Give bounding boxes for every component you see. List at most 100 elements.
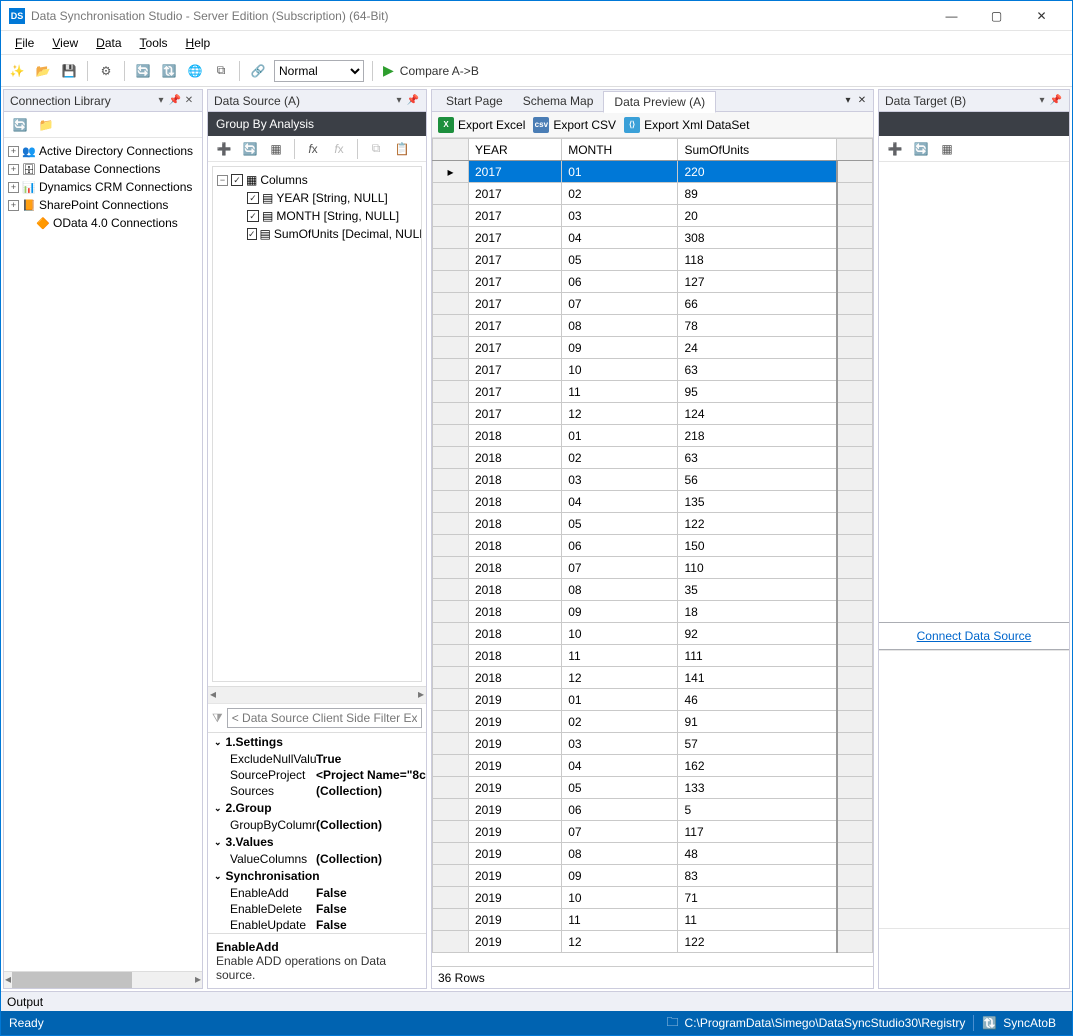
cell[interactable]: 2018 <box>469 557 562 579</box>
cell[interactable]: 2019 <box>469 733 562 755</box>
cell[interactable]: 12 <box>562 403 678 425</box>
table-row[interactable]: 20190146 <box>433 689 873 711</box>
cell[interactable]: 2019 <box>469 865 562 887</box>
cell[interactable]: 133 <box>678 777 837 799</box>
table-row[interactable]: 20170924 <box>433 337 873 359</box>
link-icon[interactable]: 🔗 <box>248 61 268 81</box>
cell[interactable]: 04 <box>562 491 678 513</box>
gear-icon[interactable]: ⚙ <box>96 61 116 81</box>
table-row[interactable]: 201907117 <box>433 821 873 843</box>
cell[interactable]: 2017 <box>469 205 562 227</box>
column-item[interactable]: ✓▤YEAR [String, NULL] <box>217 189 417 207</box>
cell[interactable]: 05 <box>562 513 678 535</box>
cell[interactable]: 48 <box>678 843 837 865</box>
horizontal-scrollbar[interactable]: ◂▸ <box>208 686 426 703</box>
table-row[interactable]: 2019065 <box>433 799 873 821</box>
table-row[interactable]: 20190291 <box>433 711 873 733</box>
tab-close-icon[interactable]: ✕ <box>855 95 869 106</box>
cell[interactable]: 07 <box>562 557 678 579</box>
cell[interactable]: 01 <box>562 161 678 183</box>
pin-icon[interactable]: 📌 <box>168 95 182 106</box>
cell[interactable]: 117 <box>678 821 837 843</box>
sync-icon[interactable]: 🌐 <box>185 61 205 81</box>
cell[interactable]: 08 <box>562 843 678 865</box>
cell[interactable]: 135 <box>678 491 837 513</box>
new-icon[interactable]: ✨ <box>7 61 27 81</box>
table-row[interactable]: 20180356 <box>433 469 873 491</box>
compare-button[interactable]: Compare A->B <box>400 64 479 78</box>
prop-enabledelete[interactable]: EnableDeleteFalse <box>208 901 426 917</box>
filter-icon[interactable]: ⧩ <box>212 711 223 726</box>
cell[interactable]: 20 <box>678 205 837 227</box>
cell[interactable]: 162 <box>678 755 837 777</box>
chevron-down-icon[interactable]: ⌄ <box>214 871 222 882</box>
connection-tree[interactable]: +👥Active Directory Connections+🗄Database… <box>4 138 202 971</box>
cell[interactable]: 2019 <box>469 755 562 777</box>
panel-menu-icon[interactable]: ▾ <box>392 95 406 106</box>
tree-item[interactable]: 🔶OData 4.0 Connections <box>6 214 200 232</box>
table-row[interactable]: 20180263 <box>433 447 873 469</box>
export-xml-button[interactable]: ⟨⟩Export Xml DataSet <box>624 117 749 133</box>
table-row[interactable]: 201905133 <box>433 777 873 799</box>
cell[interactable]: 10 <box>562 359 678 381</box>
cell[interactable]: 01 <box>562 425 678 447</box>
checkbox-icon[interactable]: ✓ <box>247 210 259 222</box>
menu-view[interactable]: View <box>44 33 86 53</box>
tree-item[interactable]: +📊Dynamics CRM Connections <box>6 178 200 196</box>
cell[interactable]: 2019 <box>469 821 562 843</box>
prop-enableadd[interactable]: EnableAddFalse <box>208 885 426 901</box>
cell[interactable]: 71 <box>678 887 837 909</box>
expand-icon[interactable]: + <box>8 182 19 193</box>
cell[interactable]: 5 <box>678 799 837 821</box>
cell[interactable]: 127 <box>678 271 837 293</box>
filter-input[interactable] <box>227 708 422 728</box>
cell[interactable]: 01 <box>562 689 678 711</box>
cell[interactable]: 110 <box>678 557 837 579</box>
table-row[interactable]: ▸201701220 <box>433 161 873 183</box>
table-row[interactable]: 201704308 <box>433 227 873 249</box>
tree-item[interactable]: +🗄Database Connections <box>6 160 200 178</box>
cell[interactable]: 05 <box>562 777 678 799</box>
menu-help[interactable]: Help <box>178 33 219 53</box>
refresh-icon[interactable]: 🔄 <box>911 139 931 159</box>
minimize-button[interactable]: — <box>929 2 974 30</box>
cell[interactable]: 2017 <box>469 403 562 425</box>
table-row[interactable]: 20190357 <box>433 733 873 755</box>
cell[interactable]: 2017 <box>469 227 562 249</box>
cell[interactable]: 08 <box>562 315 678 337</box>
table-row[interactable]: 201805122 <box>433 513 873 535</box>
grid-icon[interactable]: ▦ <box>937 139 957 159</box>
cell[interactable]: 03 <box>562 733 678 755</box>
cell[interactable]: 2018 <box>469 425 562 447</box>
prop-sources[interactable]: Sources(Collection) <box>208 783 426 799</box>
cell[interactable]: 06 <box>562 535 678 557</box>
cell[interactable]: 2018 <box>469 447 562 469</box>
table-row[interactable]: 201712124 <box>433 403 873 425</box>
cell[interactable]: 04 <box>562 755 678 777</box>
cell[interactable]: 10 <box>562 887 678 909</box>
collapse-icon[interactable]: − <box>217 175 228 186</box>
table-row[interactable]: 20170878 <box>433 315 873 337</box>
horizontal-scrollbar[interactable]: ◂ ▸ <box>4 971 202 988</box>
cell[interactable]: 89 <box>678 183 837 205</box>
table-row[interactable]: 20180835 <box>433 579 873 601</box>
maximize-button[interactable]: ▢ <box>974 2 1019 30</box>
cell[interactable]: 2018 <box>469 645 562 667</box>
cell[interactable]: 2017 <box>469 161 562 183</box>
cell[interactable]: 46 <box>678 689 837 711</box>
column-item[interactable]: ✓▤SumOfUnits [Decimal, NULL] <box>217 225 417 243</box>
col-month[interactable]: MONTH <box>562 139 678 161</box>
cell[interactable]: 2017 <box>469 381 562 403</box>
prop-enableupdate[interactable]: EnableUpdateFalse <box>208 917 426 933</box>
table-row[interactable]: 20171195 <box>433 381 873 403</box>
table-row[interactable]: 20190848 <box>433 843 873 865</box>
expand-icon[interactable]: + <box>8 200 19 211</box>
cell[interactable]: 06 <box>562 271 678 293</box>
cell[interactable]: 2017 <box>469 359 562 381</box>
cell[interactable]: 11 <box>562 645 678 667</box>
table-row[interactable]: 201904162 <box>433 755 873 777</box>
cell[interactable]: 06 <box>562 799 678 821</box>
col-sumofunits[interactable]: SumOfUnits <box>678 139 837 161</box>
mode-dropdown[interactable]: Normal <box>274 60 364 82</box>
layers-icon[interactable]: ⧉ <box>211 61 231 81</box>
